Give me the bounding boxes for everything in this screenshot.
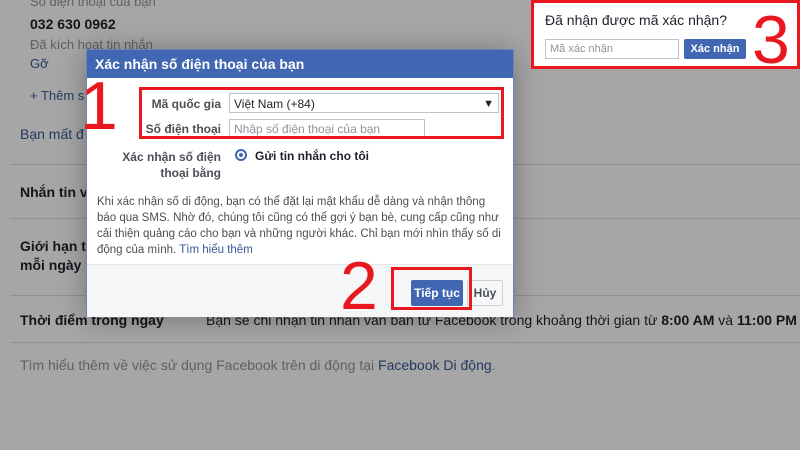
dialog-title: Xác nhận số điện thoại của bạn <box>87 50 513 78</box>
verify-method-label: Xác nhận số điện thoại bằng <box>122 150 221 180</box>
learn-more-link[interactable]: Tìm hiểu thêm <box>179 244 253 256</box>
annotation-box-step2 <box>391 267 472 310</box>
annotation-number-1: 1 <box>80 68 118 144</box>
dialog-description: Khi xác nhận số di động, bạn có thể đặt … <box>97 196 501 256</box>
annotation-number-3: 3 <box>752 2 790 78</box>
cancel-button[interactable]: Hủy <box>467 280 503 306</box>
sms-radio[interactable] <box>235 149 247 161</box>
sms-option-label[interactable]: Gửi tin nhắn cho tôi <box>255 149 369 163</box>
annotation-box-step1 <box>139 87 504 139</box>
annotation-number-2: 2 <box>340 248 378 324</box>
